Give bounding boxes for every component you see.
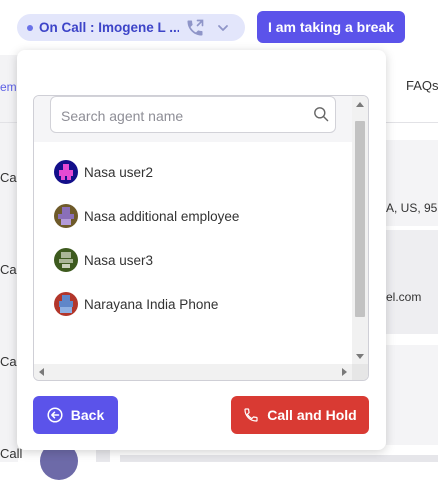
contact-card	[386, 345, 438, 445]
call-status-dropdown[interactable]: On Call : Imogene L ...	[17, 14, 245, 41]
avatar	[54, 204, 78, 228]
back-button-label: Back	[70, 407, 105, 423]
agent-item-narayana-india-phone[interactable]: Narayana India Phone	[54, 291, 218, 317]
agent-item-nasa-user2[interactable]: Nasa user2	[54, 159, 153, 185]
agent-list-scroll-area[interactable]: Nasa user2 Nasa additional employee	[34, 96, 352, 364]
call-and-hold-button[interactable]: Call and Hold	[231, 396, 369, 434]
avatar	[54, 292, 78, 316]
horizontal-scrollbar[interactable]	[34, 364, 352, 380]
phone-transfer-icon[interactable]	[185, 18, 205, 38]
search-icon[interactable]	[313, 106, 329, 122]
email-text: el.com	[386, 290, 422, 304]
scroll-down-icon[interactable]	[356, 354, 364, 359]
address-text: A, US, 95	[386, 201, 438, 215]
phone-icon	[244, 408, 258, 422]
scrollbar-thumb[interactable]	[355, 121, 365, 317]
contact-card	[386, 230, 438, 334]
agent-name: Nasa user2	[84, 164, 154, 180]
search-box[interactable]	[50, 96, 336, 134]
bottom-strip	[120, 455, 438, 462]
agent-name: Narayana India Phone	[84, 296, 219, 312]
transfer-agent-panel: Nasa user2 Nasa additional employee	[17, 50, 386, 450]
scroll-left-icon[interactable]	[39, 368, 44, 376]
agent-list-box: Nasa user2 Nasa additional employee	[33, 95, 369, 381]
scroll-up-icon[interactable]	[356, 102, 364, 107]
agent-item-nasa-additional-employee[interactable]: Nasa additional employee	[54, 203, 239, 229]
search-agent-input[interactable]	[59, 97, 303, 134]
take-break-button[interactable]: I am taking a break	[257, 11, 405, 43]
left-rail	[0, 55, 18, 462]
call-and-hold-label: Call and Hold	[267, 407, 357, 423]
tab-faqs[interactable]: FAQs	[406, 78, 438, 93]
chevron-down-icon[interactable]	[216, 21, 230, 35]
scrollbar-corner	[352, 364, 368, 380]
back-button[interactable]: Back	[33, 396, 118, 434]
vertical-scrollbar[interactable]	[352, 96, 368, 364]
scroll-right-icon[interactable]	[342, 368, 347, 376]
call-status-label: On Call : Imogene L ...	[39, 20, 179, 35]
status-dot-icon	[27, 24, 33, 31]
agent-name: Nasa user3	[84, 252, 154, 268]
agent-item-nasa-user3[interactable]: Nasa user3	[54, 247, 153, 273]
avatar	[54, 248, 78, 272]
arrow-left-circle-icon	[47, 407, 63, 423]
agent-name: Nasa additional employee	[84, 208, 240, 224]
avatar	[54, 160, 78, 184]
